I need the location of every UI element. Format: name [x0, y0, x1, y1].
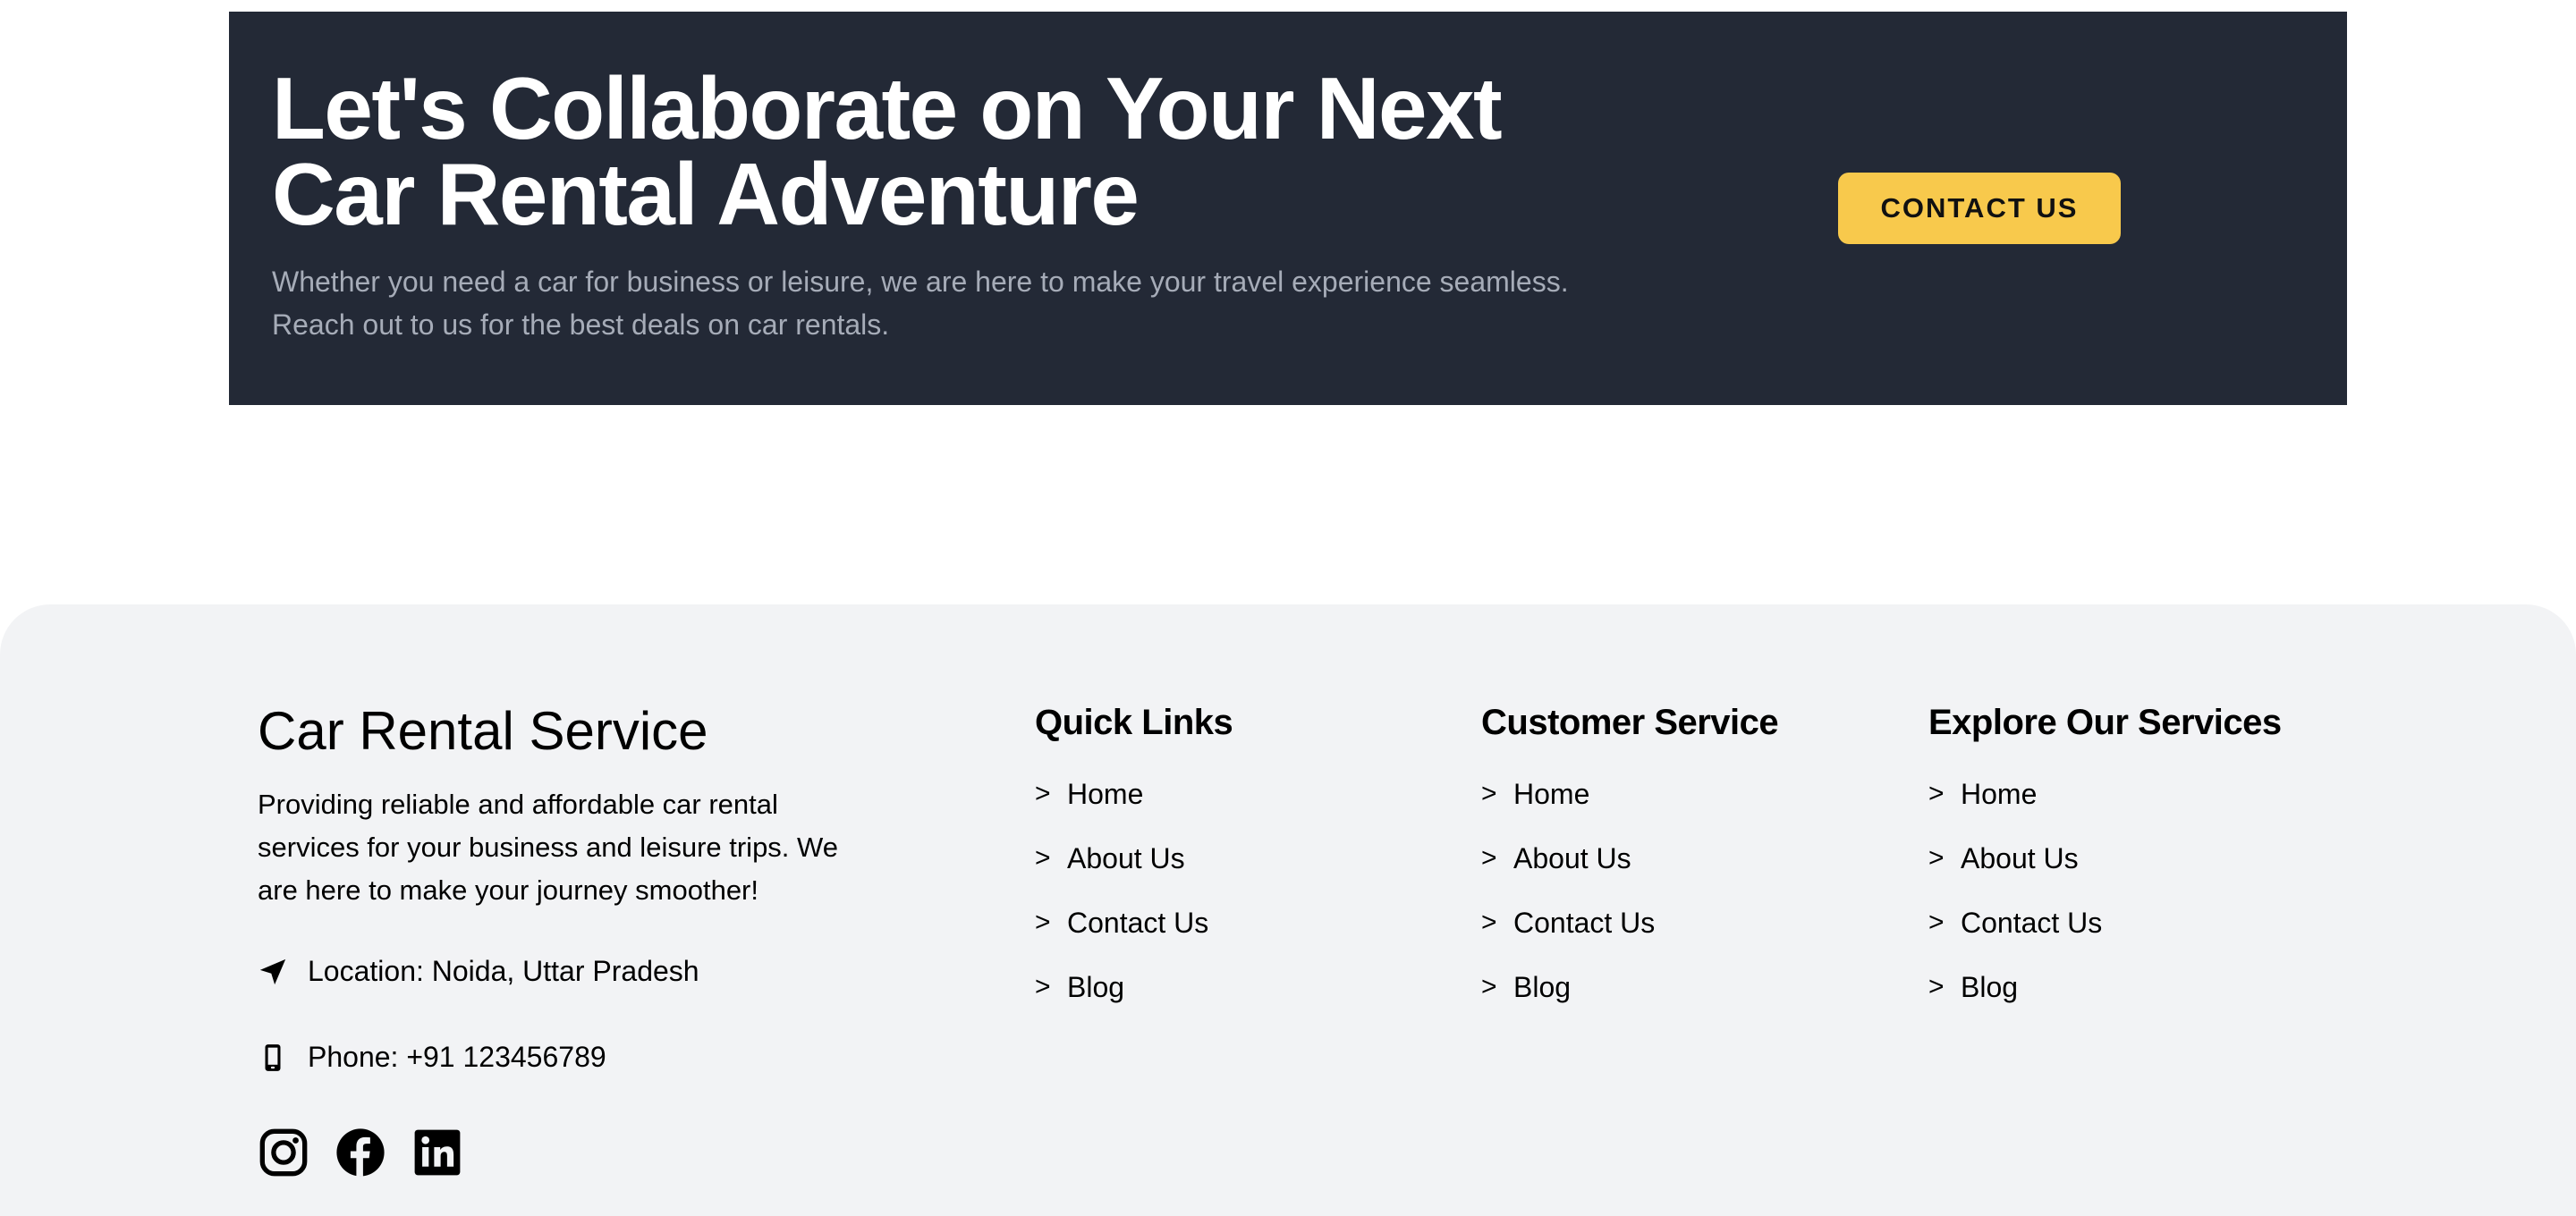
footer-link-label: Contact Us: [1961, 906, 2103, 939]
footer-brand-title: Car Rental Service: [258, 701, 708, 761]
instagram-icon[interactable]: [258, 1127, 309, 1178]
location-arrow-icon: [258, 957, 288, 987]
footer-link-label: Blog: [1067, 970, 1125, 1003]
footer-link-about-us[interactable]: > About Us: [1481, 826, 1778, 891]
footer-link-label: Home: [1067, 777, 1144, 810]
footer-link-label: About Us: [1067, 841, 1185, 874]
footer-link-list: > Home > About Us > Contact Us > Blog: [1928, 762, 2282, 1019]
page: Let's Collaborate on Your Next Car Renta…: [0, 0, 2576, 1216]
chevron-right-icon: >: [1928, 843, 1945, 873]
chevron-right-icon: >: [1481, 908, 1497, 937]
phone-text: Phone: +91 123456789: [308, 1041, 606, 1073]
footer-column-customer-service: Customer Service > Home > About Us > Contac…: [1481, 701, 1779, 1019]
cta-heading-line: Let's Collaborate on Your Next: [272, 59, 1503, 157]
footer-link-label: Home: [1513, 777, 1590, 810]
footer-link-home[interactable]: > Home: [1481, 762, 1778, 826]
footer-link-list: > Home > About Us > Contact Us > Blog: [1481, 762, 1778, 1019]
footer-column-explore-services: Explore Our Services > Home > About Us > Co…: [1928, 701, 2282, 1019]
footer-link-home[interactable]: > Home: [1928, 762, 2282, 826]
brand-description-line: services for your business and leisure t…: [258, 832, 838, 863]
chevron-right-icon: >: [1481, 779, 1497, 808]
footer-link-blog[interactable]: > Blog: [1928, 955, 2282, 1019]
footer-phone: Phone: +91 123456789: [258, 1041, 606, 1074]
cta-heading: Let's Collaborate on Your Next Car Renta…: [272, 59, 1614, 243]
footer-column-title: Customer Service: [1481, 703, 1779, 742]
footer-link-label: About Us: [1961, 841, 2079, 874]
footer-link-label: Contact Us: [1067, 906, 1209, 939]
location-text: Location: Noida, Uttar Pradesh: [308, 955, 699, 987]
footer-link-about-us[interactable]: > About Us: [1035, 826, 1233, 891]
linkedin-icon[interactable]: [411, 1127, 463, 1178]
cta-banner: Let's Collaborate on Your Next Car Renta…: [229, 12, 2347, 405]
chevron-right-icon: >: [1928, 779, 1945, 808]
cta-description-line: Reach out to us for the best deals on ca…: [272, 308, 890, 341]
brand-description-line: are here to make your journey smoother!: [258, 874, 758, 906]
chevron-right-icon: >: [1928, 908, 1945, 937]
cta-description: Whether you need a car for business or l…: [272, 260, 1614, 346]
footer-link-contact-us[interactable]: > Contact Us: [1035, 891, 1233, 955]
footer: Car Rental Service Providing reliable an…: [0, 604, 2576, 1216]
footer-link-label: About Us: [1513, 841, 1631, 874]
chevron-right-icon: >: [1035, 972, 1051, 1001]
chevron-right-icon: >: [1481, 843, 1497, 873]
footer-column-title: Quick Links: [1035, 703, 1233, 742]
footer-link-blog[interactable]: > Blog: [1481, 955, 1778, 1019]
footer-link-label: Home: [1961, 777, 2038, 810]
cta-heading-line: Car Rental Adventure: [272, 145, 1140, 243]
footer-column-quick-links: Quick Links > Home > About Us > Contact Us …: [1035, 701, 1233, 1019]
social-links: [258, 1127, 463, 1178]
chevron-right-icon: >: [1035, 779, 1051, 808]
mobile-phone-icon: [258, 1043, 288, 1073]
chevron-right-icon: >: [1035, 908, 1051, 937]
footer-brand-description: Providing reliable and affordable car re…: [258, 783, 937, 912]
footer-link-home[interactable]: > Home: [1035, 762, 1233, 826]
footer-link-label: Blog: [1513, 970, 1572, 1003]
footer-link-blog[interactable]: > Blog: [1035, 955, 1233, 1019]
facebook-icon[interactable]: [335, 1127, 386, 1178]
footer-link-about-us[interactable]: > About Us: [1928, 826, 2282, 891]
chevron-right-icon: >: [1928, 972, 1945, 1001]
footer-link-label: Contact Us: [1513, 906, 1656, 939]
cta-description-line: Whether you need a car for business or l…: [272, 266, 1569, 298]
chevron-right-icon: >: [1481, 972, 1497, 1001]
chevron-right-icon: >: [1035, 843, 1051, 873]
footer-link-contact-us[interactable]: > Contact Us: [1928, 891, 2282, 955]
footer-link-list: > Home > About Us > Contact Us > Blog: [1035, 762, 1233, 1019]
footer-link-contact-us[interactable]: > Contact Us: [1481, 891, 1778, 955]
footer-location: Location: Noida, Uttar Pradesh: [258, 955, 699, 988]
contact-us-button[interactable]: CONTACT US: [1838, 173, 2121, 244]
footer-link-label: Blog: [1961, 970, 2019, 1003]
brand-description-line: Providing reliable and affordable car re…: [258, 789, 778, 820]
footer-column-title: Explore Our Services: [1928, 703, 2282, 742]
